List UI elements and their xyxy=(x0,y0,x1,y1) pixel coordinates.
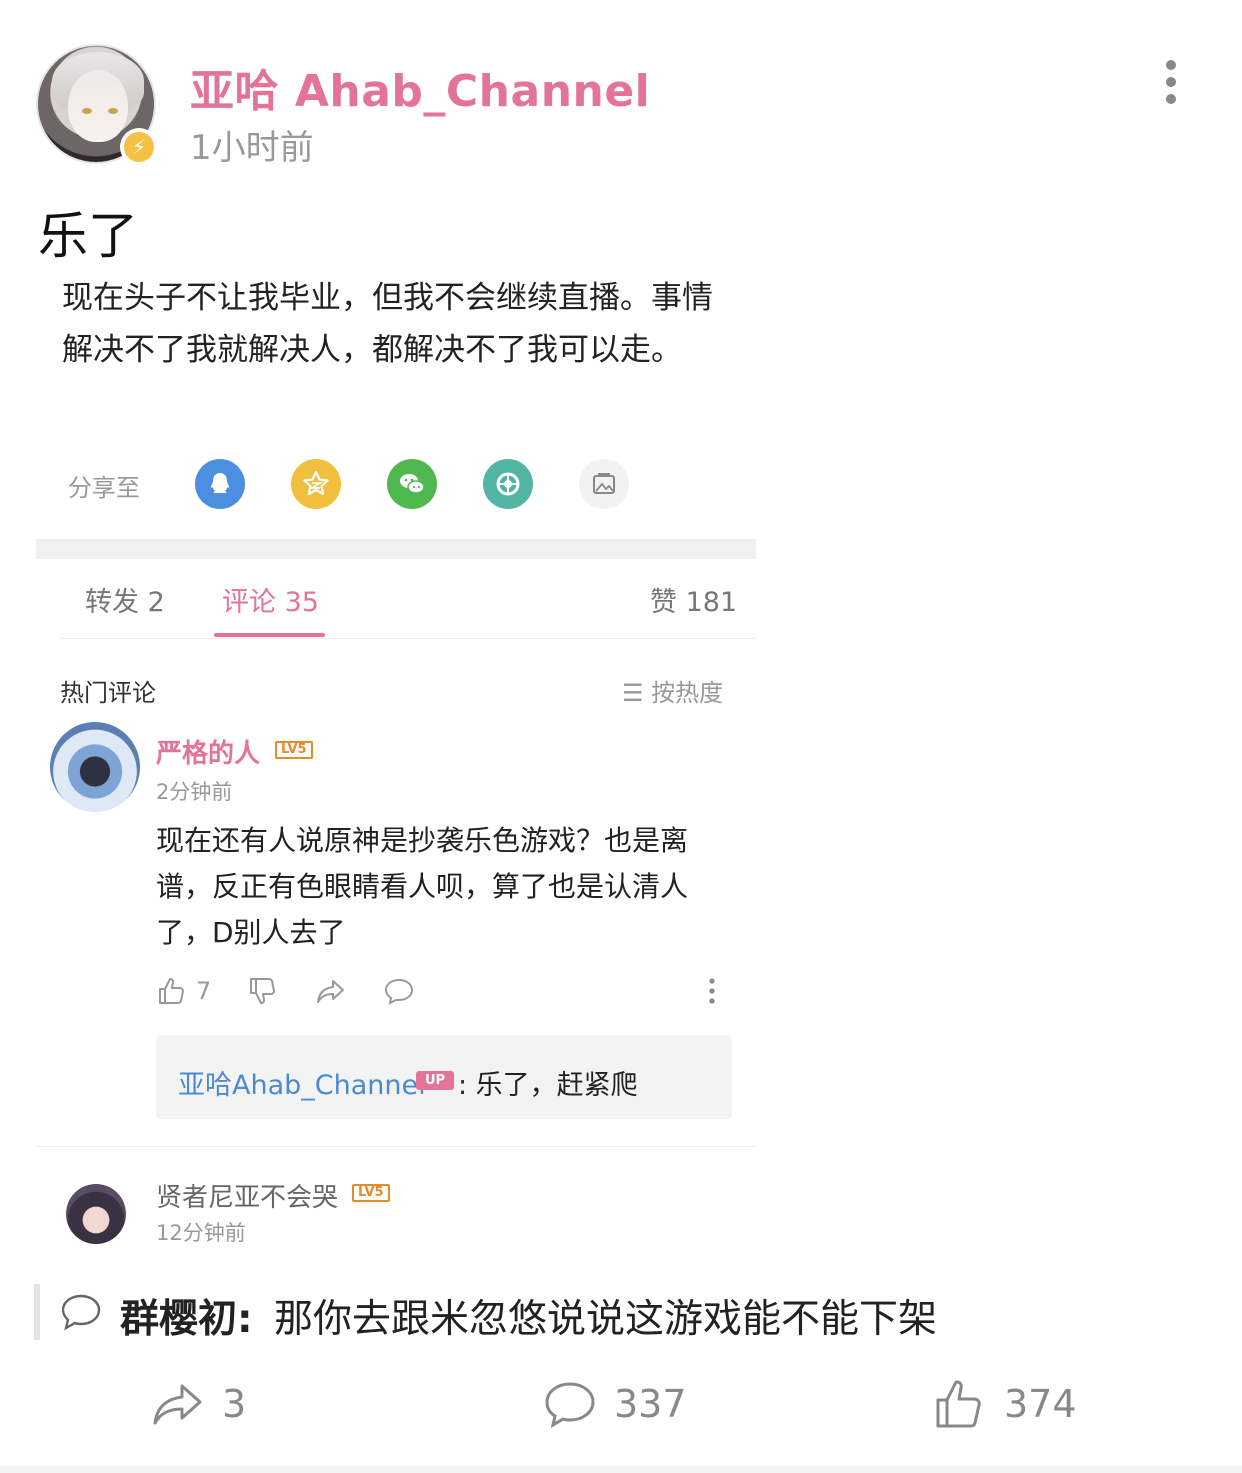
sort-button[interactable]: ☰ 按热度 xyxy=(622,673,723,708)
comment-more-icon[interactable] xyxy=(696,974,728,1008)
comment-like-count: 7 xyxy=(196,977,212,1005)
sort-label: 按热度 xyxy=(651,679,724,707)
sort-menu-icon: ☰ xyxy=(622,679,652,707)
quote-author: 群樱初: xyxy=(120,1297,253,1342)
comment-dislike-button[interactable] xyxy=(247,974,279,1008)
comment-divider xyxy=(36,1146,756,1147)
comment-count: 337 xyxy=(614,1382,687,1426)
author-name[interactable]: 亚哈 Ahab_Channel xyxy=(190,55,650,119)
tab-comments[interactable]: 评论 35 xyxy=(222,580,319,619)
commenter-avatar[interactable] xyxy=(50,722,140,812)
like-count: 374 xyxy=(1004,1382,1077,1426)
comment-share-button[interactable] xyxy=(315,974,347,1008)
thumbs-up-icon xyxy=(159,978,184,1004)
reply-author[interactable]: 亚哈Ahab_Channel xyxy=(178,1063,426,1102)
comment-reply-button[interactable] xyxy=(383,974,415,1008)
thumbs-up-icon xyxy=(936,1380,981,1428)
moments-icon[interactable] xyxy=(483,459,533,509)
post-card: ⚡ 亚哈 Ahab_Channel 1小时前 乐了 现在头子不让我毕业，但我不会… xyxy=(0,0,1242,1466)
comment-time: 2分钟前 xyxy=(156,780,233,804)
comment-time-2: 12分钟前 xyxy=(156,1221,246,1245)
tab-divider xyxy=(60,638,756,639)
more-options-icon[interactable] xyxy=(1160,60,1182,106)
share-arrow-icon xyxy=(317,980,344,1003)
active-tab-indicator xyxy=(214,633,325,637)
bottom-share-button[interactable]: 3 xyxy=(150,1376,246,1432)
quote-text: 那你去跟米忽悠说说这游戏能不能下架 xyxy=(274,1297,938,1342)
verified-lightning-icon: ⚡ xyxy=(120,128,158,166)
quote-bar xyxy=(34,1284,40,1340)
commenter-name[interactable]: 严格的人 xyxy=(156,733,260,770)
section-divider xyxy=(36,539,756,559)
commenter-avatar-2[interactable] xyxy=(66,1184,126,1244)
commenter-name-2[interactable]: 贤者尼亚不会哭 xyxy=(156,1177,338,1214)
wechat-icon[interactable] xyxy=(387,459,437,509)
tab-likes[interactable]: 赞 181 xyxy=(650,580,737,619)
comment-like-button[interactable]: 7 xyxy=(156,974,211,1008)
post-time: 1小时前 xyxy=(190,128,314,168)
hot-comments-title: 热门评论 xyxy=(60,679,156,707)
tab-repost[interactable]: 转发 2 xyxy=(85,580,165,619)
comment-text: 现在还有人说原神是抄袭乐色游戏？也是离谱，反正有色眼睛看人呗，算了也是认清人了，… xyxy=(156,824,689,949)
level-badge: LV5 xyxy=(275,741,313,759)
reply-bubble-icon xyxy=(384,978,414,1005)
post-body: 现在头子不让我毕业，但我不会继续直播。事情解决不了我就解决人，都解决不了我可以走… xyxy=(62,280,713,368)
bottom-like-button[interactable]: 374 xyxy=(932,1376,1077,1432)
qq-icon[interactable] xyxy=(195,459,245,509)
share-count: 3 xyxy=(222,1382,247,1426)
bottom-comment-button[interactable]: 337 xyxy=(542,1376,687,1432)
comment-bubble-icon xyxy=(545,1382,595,1429)
level-badge-2: LV5 xyxy=(352,1184,390,1202)
reply-text: : 乐了，赶紧爬 xyxy=(458,1070,638,1101)
share-arrow-icon xyxy=(153,1384,202,1425)
comment-bubble-icon xyxy=(60,1292,102,1332)
post-title: 乐了 xyxy=(38,207,138,265)
qzone-icon[interactable] xyxy=(291,459,341,509)
up-badge: UP xyxy=(416,1071,454,1090)
thumbs-down-icon xyxy=(250,978,275,1004)
image-share-icon[interactable] xyxy=(579,459,629,509)
share-label: 分享至 xyxy=(68,474,140,502)
